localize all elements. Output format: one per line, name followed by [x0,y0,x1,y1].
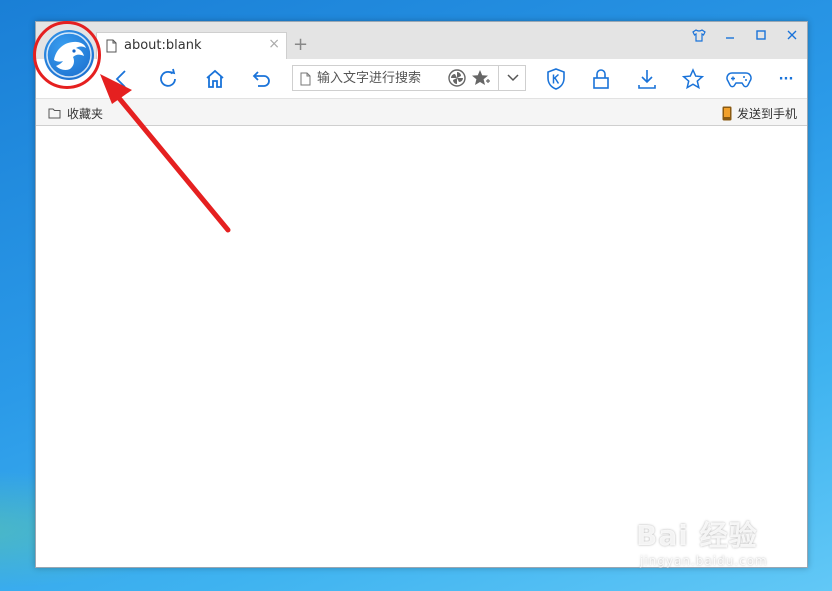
chevron-down-icon[interactable] [498,66,526,90]
toolbar: ··· [36,59,807,98]
watermark-sub: jingyan.baidu.com [640,554,768,568]
send-to-phone-button[interactable]: 发送到手机 [722,105,797,122]
window-controls [683,22,807,48]
bookmark-star-icon[interactable] [471,69,491,91]
favorites-folder-label: 收藏夹 [67,107,104,121]
shield-k-icon[interactable] [544,67,568,91]
page-icon [106,39,117,57]
gamepad-icon[interactable] [726,67,752,91]
new-tab-button[interactable]: + [293,34,308,55]
search-input[interactable] [317,69,445,87]
favorite-star-icon[interactable] [681,67,705,91]
baidu-watermark: Bai 经验 jingyan.baidu.com [636,514,768,568]
skin-icon[interactable] [683,22,714,48]
tab-about-blank[interactable]: about:blank × [96,32,287,59]
lock-icon[interactable] [589,67,613,91]
annotation-circle [33,21,101,89]
download-icon[interactable] [635,67,659,91]
folder-icon [48,108,61,119]
browser-window: about:blank × + 输入文字进行搜索 ··· 收藏夹 发送到手机 [35,21,808,568]
phone-icon [722,106,732,121]
undo-icon[interactable] [250,67,274,91]
favorites-folder[interactable]: 收藏夹 [48,105,103,122]
address-bar [292,65,526,91]
favorites-bar: 收藏夹 发送到手机 [36,98,807,126]
back-icon[interactable] [110,67,134,91]
watermark-main: Bai 经验 [636,519,758,552]
minimize-button[interactable] [714,22,745,48]
title-bar: about:blank × + [36,22,807,59]
page-content[interactable] [36,126,807,567]
tab-title: about:blank [124,38,202,53]
page-icon [300,71,311,90]
close-button[interactable] [776,22,807,48]
home-icon[interactable] [203,67,227,91]
tab-close-icon[interactable]: × [268,36,280,52]
fan-icon[interactable] [448,69,466,91]
send-to-phone-label: 发送到手机 [736,107,797,121]
maximize-button[interactable] [745,22,776,48]
refresh-icon[interactable] [156,67,180,91]
more-icon[interactable]: ··· [774,67,798,91]
